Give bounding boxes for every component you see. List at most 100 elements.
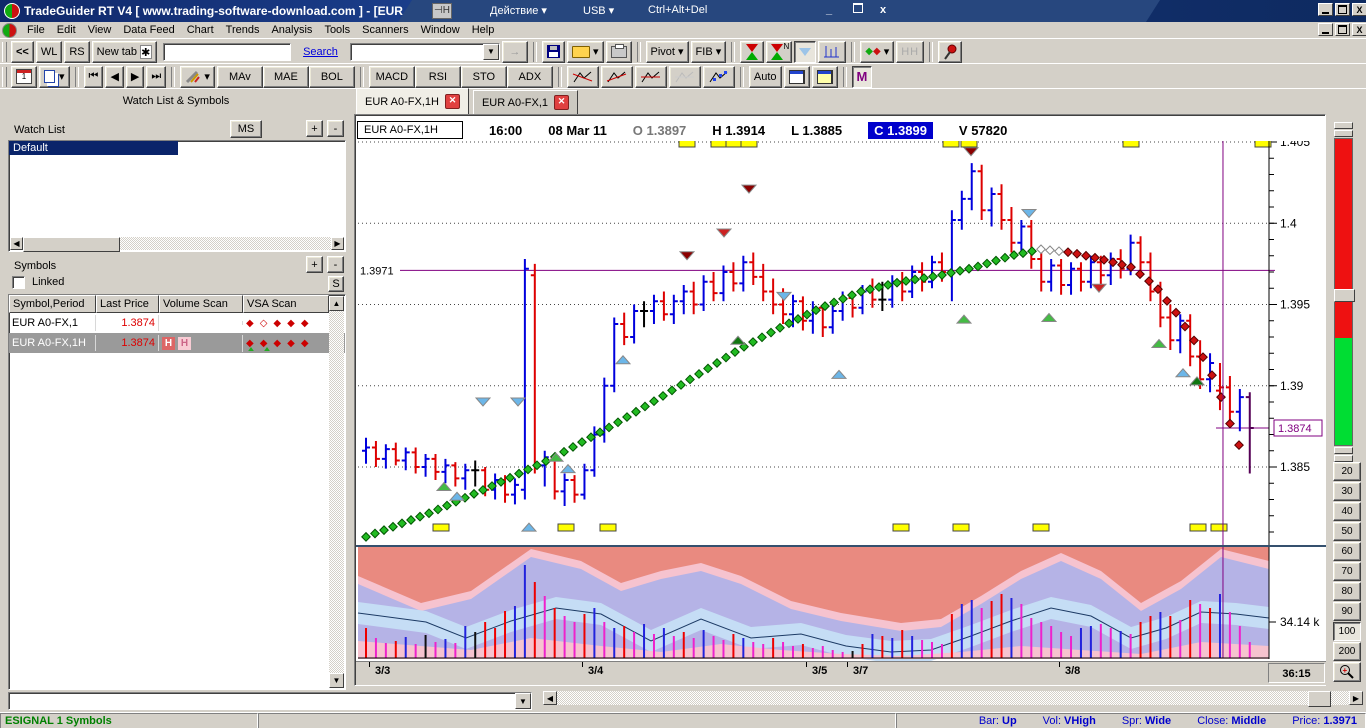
menu-data-feed[interactable]: Data Feed [117, 23, 180, 37]
market-profile-button[interactable]: M [852, 66, 873, 88]
zoom-level-70-button[interactable]: 70 [1333, 562, 1361, 581]
mdi-restore-button[interactable] [1335, 23, 1350, 36]
menu-scanners[interactable]: Scanners [356, 23, 414, 37]
minimize-button[interactable] [1318, 3, 1333, 16]
hscroll-right-icon[interactable]: ▶ [1349, 691, 1363, 705]
remote-minimize-icon[interactable]: _ [826, 4, 832, 16]
remote-ctrl-alt-del[interactable]: Ctrl+Alt+Del [648, 4, 707, 16]
zoom-level-50-button[interactable]: 50 [1333, 522, 1361, 541]
s-button[interactable]: S [328, 276, 344, 292]
scroll-down-icon[interactable]: ▼ [329, 673, 344, 688]
grid-layout-button[interactable] [784, 66, 810, 88]
volume-chart[interactable]: 34.14 k [356, 547, 1326, 661]
trend-tool-1-button[interactable] [567, 66, 599, 88]
zoom-level-100-button[interactable]: 100 [1333, 622, 1361, 641]
rs-button[interactable]: RS [64, 41, 89, 63]
menu-help[interactable]: Help [466, 23, 501, 37]
scroll-thumb[interactable] [23, 237, 120, 252]
tab-close-icon[interactable]: ✕ [554, 95, 569, 110]
grid-data-button[interactable] [812, 66, 838, 88]
trend-tool-2-button[interactable] [601, 66, 633, 88]
vsa-sell-signals-button[interactable] [740, 41, 764, 63]
menu-edit[interactable]: Edit [51, 23, 82, 37]
restore-button[interactable] [1335, 3, 1350, 16]
go-button[interactable]: → [502, 41, 528, 63]
zoom-level-30-button[interactable]: 30 [1333, 482, 1361, 501]
save-button[interactable] [542, 41, 565, 63]
close-button[interactable]: X [1352, 3, 1366, 16]
watchlist-button[interactable]: WL [36, 41, 63, 63]
menu-tools[interactable]: Tools [318, 23, 356, 37]
first-bar-button[interactable]: ⏮ [84, 66, 104, 88]
zoom-level-20-button[interactable]: 20 [1333, 462, 1361, 481]
watchlist-hscrollbar[interactable]: ◀ ▶ [10, 237, 344, 250]
symbol-input[interactable] [163, 43, 291, 61]
symbols-add-button[interactable]: + [306, 256, 323, 273]
table-row[interactable]: EUR A0-FX,1H1.3874HH◆◆◆◆◆ [9, 333, 345, 353]
mdi-minimize-button[interactable] [1318, 23, 1333, 36]
diamond-signals-dropdown[interactable]: ◆◆ ▾ [860, 41, 894, 63]
watch-list-box[interactable]: Default ◀ ▶ [8, 140, 346, 252]
new-tab-button[interactable]: New tab ✱ [92, 41, 157, 63]
remote-pin-icon[interactable]: ⊣H [432, 3, 452, 19]
print-button[interactable] [606, 41, 632, 63]
indicator-mae-button[interactable]: MAE [263, 66, 309, 88]
indicator-adx-button[interactable]: ADX [507, 66, 553, 88]
zoom-level-80-button[interactable]: 80 [1333, 582, 1361, 601]
chart-tab-2[interactable]: EUR A0-FX,1✕ [473, 90, 578, 115]
scroll-right-icon[interactable]: ▶ [331, 237, 344, 250]
calendar-button[interactable]: 1 [11, 66, 37, 88]
watchlist-remove-button[interactable]: - [327, 120, 344, 137]
zoom-level-200-button[interactable]: 200 [1333, 642, 1361, 661]
open-button[interactable]: ▾ [567, 41, 604, 63]
combo-dropdown-icon[interactable]: ▼ [483, 44, 499, 60]
menu-view[interactable]: View [82, 23, 118, 37]
copy-button[interactable]: ▾ [39, 66, 70, 88]
tab-close-icon[interactable]: ✕ [445, 94, 460, 109]
ms-button[interactable]: MS [230, 120, 262, 138]
hscroll-thumb[interactable] [1308, 691, 1331, 707]
tools-dropdown[interactable]: ▾ [180, 66, 215, 88]
prev-bar-button[interactable]: ◀ [105, 66, 123, 88]
gauge-slider[interactable] [1334, 289, 1355, 302]
symbol-combo[interactable]: ▼ [350, 43, 500, 61]
menu-file[interactable]: File [21, 23, 51, 37]
hscroll-left-icon[interactable]: ◀ [543, 691, 557, 705]
pin-chart-button[interactable] [938, 41, 962, 63]
menu-window[interactable]: Window [415, 23, 466, 37]
scroll-up-icon[interactable]: ▲ [329, 296, 344, 311]
symbols-vscrollbar[interactable]: ▲ ▼ [329, 296, 344, 688]
no-signal-button[interactable] [794, 41, 816, 63]
linked-checkbox[interactable] [12, 276, 25, 289]
remote-restore-icon[interactable] [853, 3, 863, 16]
watchlist-add-button[interactable]: + [306, 120, 323, 137]
zoom-level-40-button[interactable]: 40 [1333, 502, 1361, 521]
chart-tab-1[interactable]: EUR A0-FX,1H✕ [356, 88, 469, 115]
symbol-entry-combo[interactable]: ▼ [8, 692, 532, 710]
mdi-child-icon[interactable] [2, 23, 17, 38]
menu-chart[interactable]: Chart [181, 23, 220, 37]
price-chart[interactable]: 1.4051.41.3951.391.3851.39711.3874 [356, 119, 1326, 547]
fib-dropdown[interactable]: FIB ▾ [691, 41, 727, 63]
menu-trends[interactable]: Trends [220, 23, 266, 37]
search-link[interactable]: Search [303, 46, 338, 58]
collapse-panel-button[interactable]: << [11, 41, 34, 63]
remote-usb-menu[interactable]: USB ▾ [583, 4, 614, 17]
indicator-rsi-button[interactable]: RSI [415, 66, 461, 88]
chart-symbol-box[interactable]: EUR A0-FX,1H [357, 121, 463, 139]
vsa-next-signal-button[interactable]: N [766, 41, 792, 63]
pivot-dropdown[interactable]: Pivot ▾ [646, 41, 689, 63]
indicator-macd-button[interactable]: MACD [369, 66, 415, 88]
indicator-bol-button[interactable]: BOL [309, 66, 355, 88]
table-row[interactable]: EUR A0-FX,11.3874◆◇◆◆◆ [9, 313, 345, 333]
zoom-level-90-button[interactable]: 90 [1333, 602, 1361, 621]
zoom-magnifier-button[interactable]: + [1333, 662, 1361, 682]
symbols-remove-button[interactable]: - [327, 256, 344, 273]
trend-dots-button[interactable] [703, 66, 735, 88]
next-bar-button[interactable]: ▶ [126, 66, 144, 88]
chart-hscrollbar[interactable]: ◀ ▶ [543, 691, 1363, 705]
remote-action-menu[interactable]: Действие ▾ [490, 4, 547, 17]
mdi-close-button[interactable]: X [1352, 23, 1366, 36]
combo-arrow-icon[interactable]: ▼ [515, 693, 531, 709]
trend-gauge[interactable] [1334, 122, 1353, 454]
